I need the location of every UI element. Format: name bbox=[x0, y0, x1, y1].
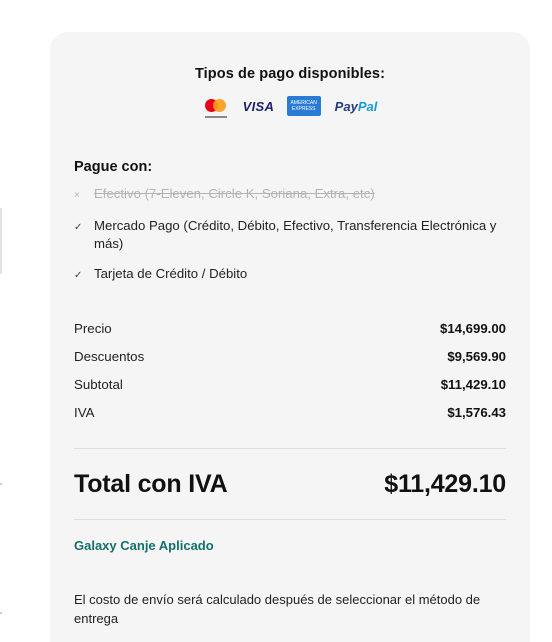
check-icon: ✓ bbox=[74, 222, 83, 233]
mastercard-logo-icon bbox=[203, 98, 229, 118]
shipping-note: El costo de envío será calculado después… bbox=[74, 592, 481, 626]
payment-method-label: Mercado Pago (Crédito, Débito, Efectivo,… bbox=[94, 218, 497, 251]
paypal-logo-text-a: Pay bbox=[334, 98, 358, 114]
visa-logo-icon: VISA bbox=[242, 98, 275, 114]
pay-with-title: Pague con: bbox=[74, 159, 153, 175]
paypal-logo-text-b: Pal bbox=[357, 98, 378, 114]
payment-method-mercado-pago: ✓ Mercado Pago (Crédito, Débito, Efectiv… bbox=[74, 217, 506, 253]
summary-label: IVA bbox=[74, 404, 95, 420]
summary-row-iva: IVA $1,576.43 bbox=[74, 398, 506, 426]
total-row: Total con IVA $11,429.10 bbox=[74, 449, 506, 519]
payment-logos: VISA AMERICAN EXPRESS PayPal bbox=[74, 95, 506, 118]
summary-value: $1,576.43 bbox=[447, 404, 506, 420]
amex-logo-icon: AMERICAN EXPRESS bbox=[286, 96, 321, 116]
payment-method-label: Tarjeta de Crédito / Débito bbox=[94, 266, 248, 281]
galaxy-canje-status: Galaxy Canje Aplicado bbox=[74, 538, 214, 553]
summary-label: Descuentos bbox=[74, 348, 145, 364]
summary-value: $11,429.10 bbox=[440, 376, 506, 392]
amex-logo-text: AMERICAN EXPRESS bbox=[290, 100, 317, 112]
edge-tick bbox=[0, 483, 2, 485]
edge-divider bbox=[0, 208, 2, 274]
summary-value: $9,569.90 bbox=[447, 348, 506, 364]
summary-value: $14,699.00 bbox=[439, 320, 506, 336]
total-value: $11,429.10 bbox=[384, 469, 506, 498]
check-icon: ✓ bbox=[74, 270, 83, 281]
payment-methods-list: × Efectivo (7-Eleven, Circle K, Soriana,… bbox=[74, 185, 506, 285]
payment-types-section: Tipos de pago disponibles: VISA AMERICAN… bbox=[74, 32, 506, 118]
summary-row-discounts: Descuentos $9,569.90 bbox=[74, 342, 506, 370]
payment-method-label: Efectivo (7-Eleven, Circle K, Soriana, E… bbox=[94, 186, 375, 201]
edge-tick bbox=[0, 612, 2, 614]
payment-types-title: Tipos de pago disponibles: bbox=[194, 66, 386, 82]
summary-label: Subtotal bbox=[74, 376, 123, 392]
payment-method-cash: × Efectivo (7-Eleven, Circle K, Soriana,… bbox=[74, 185, 506, 205]
order-summary-card: Tipos de pago disponibles: VISA AMERICAN… bbox=[50, 32, 530, 642]
pay-with-section: Pague con: × Efectivo (7-Eleven, Circle … bbox=[74, 159, 506, 285]
payment-method-card: ✓ Tarjeta de Crédito / Débito bbox=[74, 265, 506, 285]
paypal-logo-icon: PayPal bbox=[335, 99, 378, 114]
price-summary: Precio $14,699.00 Descuentos $9,569.90 S… bbox=[74, 314, 506, 426]
summary-label: Precio bbox=[74, 320, 112, 336]
unavailable-x-icon: × bbox=[74, 190, 80, 201]
total-label: Total con IVA bbox=[74, 469, 228, 498]
summary-row-subtotal: Subtotal $11,429.10 bbox=[74, 370, 506, 398]
summary-row-price: Precio $14,699.00 bbox=[74, 314, 506, 342]
divider bbox=[74, 519, 506, 520]
